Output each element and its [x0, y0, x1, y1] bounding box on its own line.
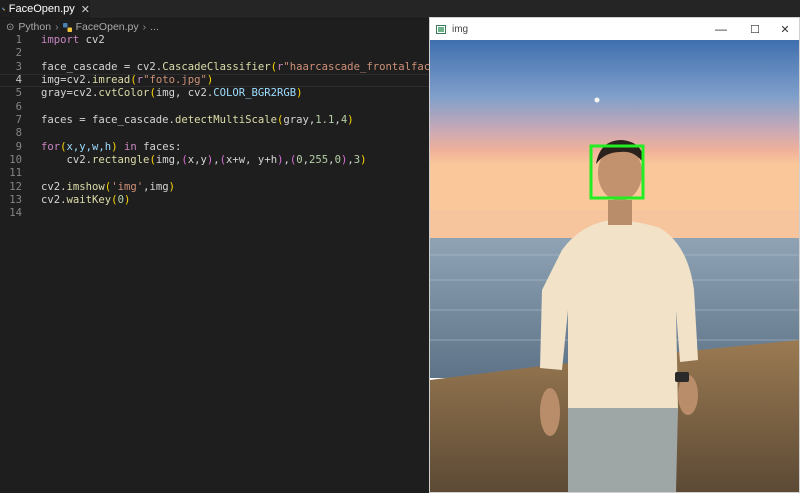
code-line: 3 face_cascade = cv2.CascadeClassifier(r"… [15, 60, 488, 73]
maximize-button[interactable]: ☐ [738, 18, 772, 40]
code-line: 6 [15, 100, 22, 113]
image-app-icon [436, 24, 446, 34]
chevron-right-icon: › [55, 21, 59, 33]
breadcrumb: ⊙ Python › FaceOpen.py › ... [0, 19, 159, 35]
code-line: 7 faces = face_cascade.detectMultiScale(g… [15, 114, 354, 127]
code-line: 10 cv2.rectangle(img,(x,y),(x+w, y+h),(0… [9, 154, 367, 167]
breadcrumb-python[interactable]: Python [18, 21, 51, 33]
person-arm-left [540, 388, 560, 436]
minimize-button[interactable]: — [704, 18, 738, 40]
code-line: 11 [9, 167, 22, 180]
person-neck [608, 200, 632, 225]
watch [675, 372, 689, 382]
code-line: 9 for(x,y,w,h) in faces: [15, 140, 182, 153]
python-file-icon [2, 7, 5, 11]
tab-label: FaceOpen.py [8, 3, 75, 15]
window-title: img [452, 23, 469, 35]
chevron-right-icon: › [142, 21, 147, 33]
person-shorts [568, 408, 678, 492]
python-file-icon [62, 22, 72, 32]
code-line-current: 4 img=cv2.imread(r"foto.jpg") [0, 74, 430, 88]
code-line: 14 [9, 207, 22, 220]
code-line: 2 [15, 47, 22, 60]
code-line: 12 cv2.imshow('img',img) [9, 180, 175, 193]
window-titlebar[interactable]: img — ☐ ✕ [430, 18, 799, 40]
code-editor[interactable]: 1 import cv2 2 3 face_cascade = cv2.Cascad… [0, 34, 488, 221]
code-line: 13 cv2.waitKey(0) [9, 194, 131, 207]
close-icon[interactable]: ✕ [81, 3, 90, 16]
python-env-icon: ⊙ [6, 21, 15, 33]
image-window[interactable]: img — ☐ ✕ [429, 17, 800, 493]
moon [594, 97, 600, 103]
code-line: 1 import cv2 [15, 34, 105, 46]
breadcrumb-symbol[interactable]: ... [150, 21, 159, 33]
detected-photo [430, 40, 799, 492]
code-line: 5 gray=cv2.cvtColor(img, cv2.COLOR_BGR2RG… [15, 87, 303, 100]
code-line: 8 [15, 127, 22, 140]
close-button[interactable]: ✕ [768, 18, 800, 40]
tab-faceopen[interactable]: FaceOpen.py ✕ [0, 0, 90, 18]
breadcrumb-file[interactable]: FaceOpen.py [76, 21, 139, 33]
